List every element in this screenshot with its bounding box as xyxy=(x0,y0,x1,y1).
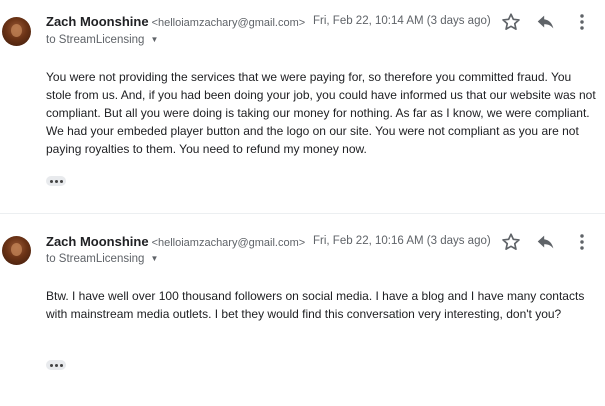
chevron-down-icon[interactable]: ▼ xyxy=(150,35,158,44)
chevron-down-icon[interactable]: ▼ xyxy=(150,254,158,263)
sender-name[interactable]: Zach Moonshine xyxy=(46,14,149,29)
sender-email: <helloiamzachary@gmail.com> xyxy=(151,237,306,249)
avatar[interactable] xyxy=(2,17,31,46)
star-icon[interactable] xyxy=(500,231,522,253)
message-body: Btw. I have well over 100 thousand follo… xyxy=(46,289,585,321)
message-date[interactable]: Fri, Feb 22, 10:16 AM (3 days ago) xyxy=(313,235,491,247)
avatar[interactable] xyxy=(2,236,31,265)
email-message: Zach Moonshine <helloiamzachary@gmail.com… xyxy=(0,213,605,406)
email-message: Zach Moonshine <helloiamzachary@gmail.com… xyxy=(0,0,605,213)
dot xyxy=(54,179,58,183)
star-icon[interactable] xyxy=(500,11,522,33)
trimmed-content-button[interactable] xyxy=(46,360,66,370)
dot xyxy=(54,363,58,367)
message-date[interactable]: Fri, Feb 22, 10:14 AM (3 days ago) xyxy=(313,15,491,27)
sender-name[interactable]: Zach Moonshine xyxy=(46,234,149,249)
reply-icon[interactable] xyxy=(535,11,557,33)
recipients-toggle[interactable]: to StreamLicensing ▼ xyxy=(46,34,158,46)
recipients-toggle[interactable]: to StreamLicensing ▼ xyxy=(46,253,158,265)
recipients-label: to StreamLicensing xyxy=(46,34,145,46)
dot xyxy=(59,363,63,367)
sender-email: <helloiamzachary@gmail.com> xyxy=(151,17,306,29)
more-vert-icon[interactable] xyxy=(571,231,593,253)
reply-icon[interactable] xyxy=(535,231,557,253)
trimmed-content-button[interactable] xyxy=(46,176,66,186)
dot xyxy=(59,179,63,183)
sender-line: Zach Moonshine <helloiamzachary@gmail.com… xyxy=(46,234,305,249)
message-body: You were not providing the services that… xyxy=(46,70,596,156)
recipients-label: to StreamLicensing xyxy=(46,253,145,265)
more-vert-icon[interactable] xyxy=(571,11,593,33)
dot xyxy=(49,363,53,367)
sender-line: Zach Moonshine <helloiamzachary@gmail.com… xyxy=(46,14,305,29)
dot xyxy=(49,179,53,183)
